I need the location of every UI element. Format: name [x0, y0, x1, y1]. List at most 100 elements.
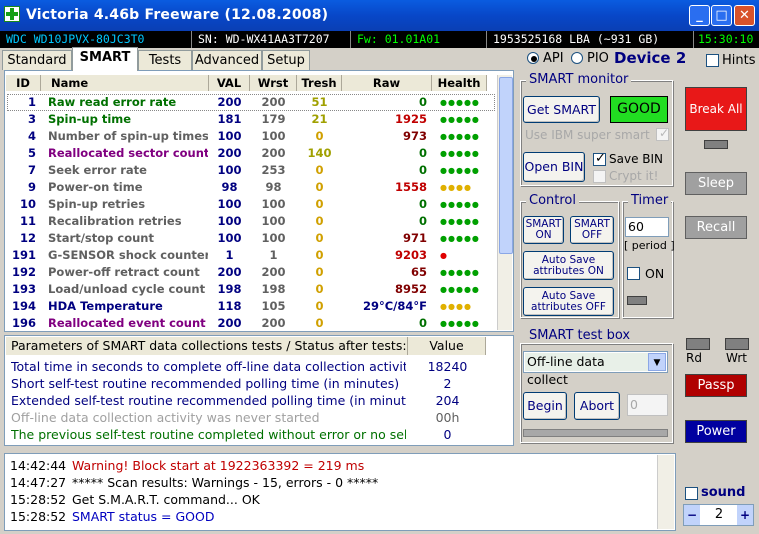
begin-button[interactable]: Begin — [523, 392, 567, 420]
sound-label: sound — [701, 485, 746, 500]
param-value: 0 — [443, 427, 452, 442]
scrollbar-thumb[interactable] — [499, 77, 513, 254]
param-text: The previous self-test routine completed… — [11, 427, 406, 442]
smart-cell-id: 7 — [27, 163, 36, 177]
save-bin-checkbox[interactable]: ✓ — [593, 151, 606, 166]
smart-cell-id: 10 — [19, 197, 36, 211]
chevron-down-icon[interactable]: ▼ — [648, 353, 666, 371]
sound-checkbox[interactable] — [685, 487, 698, 500]
use-ibm-checkbox[interactable]: ✓ — [656, 126, 669, 141]
smart-cell-val: 100 — [217, 129, 242, 143]
col-header-name[interactable]: Name — [41, 75, 209, 91]
smart-cell-name: G-SENSOR shock counter — [48, 248, 208, 262]
smart-cell-id: 196 — [11, 316, 36, 330]
smart-cell-name: Reallocated sector count — [48, 146, 208, 160]
api-radio[interactable] — [527, 52, 539, 64]
col-header-raw[interactable]: Raw — [342, 75, 432, 91]
smart-on-button[interactable]: SMART ON — [523, 216, 564, 244]
smart-cell-name: HDA Temperature — [48, 299, 163, 313]
smart-cell-raw: 0 — [418, 95, 427, 109]
smart-cell-name: Raw read error rate — [48, 95, 177, 109]
timer-on-label: ON — [645, 266, 665, 281]
spinner-minus-button[interactable]: − — [684, 505, 700, 525]
spinner-plus-button[interactable]: + — [737, 505, 753, 525]
timer-input[interactable]: 60 — [625, 217, 669, 237]
hints-label: Hints — [722, 53, 756, 68]
test-value-input[interactable]: 0 — [627, 394, 668, 416]
smart-cell-tresh: 0 — [315, 163, 324, 177]
tab-setup[interactable]: Setup — [262, 50, 310, 70]
smart-cell-wrst: 253 — [261, 163, 286, 177]
smart-cell-raw: 971 — [402, 231, 427, 245]
smart-cell-tresh: 21 — [311, 112, 328, 126]
smart-cell-raw: 1558 — [394, 180, 427, 194]
app-cross-icon — [4, 6, 20, 22]
device-label: Device 2 — [614, 49, 687, 67]
smart-cell-id: 3 — [27, 112, 36, 126]
col-header-wrst[interactable]: Wrst — [250, 75, 297, 91]
smart-cell-val: 1 — [225, 248, 234, 262]
smart-cell-tresh: 0 — [315, 214, 324, 228]
passp-button[interactable]: Passp — [685, 374, 747, 397]
minimize-button[interactable]: _ — [689, 5, 710, 26]
smart-cell-id: 11 — [19, 214, 36, 228]
break-all-button[interactable]: Break All — [685, 87, 747, 131]
smart-cell-raw: 65 — [410, 265, 427, 279]
timer-on-checkbox[interactable] — [627, 267, 640, 280]
smart-cell-tresh: 0 — [315, 231, 324, 245]
col-header-health[interactable]: Health — [432, 75, 487, 91]
smart-cell-val: 100 — [217, 197, 242, 211]
test-type-select[interactable]: Off-line data collect ▼ — [523, 351, 668, 387]
use-ibm-label: Use IBM super smart — [525, 128, 650, 142]
hints-checkbox[interactable] — [706, 54, 719, 67]
tab-smart[interactable]: SMART — [72, 47, 138, 71]
power-button[interactable]: Power — [685, 420, 747, 443]
smart-cell-raw: 0 — [418, 146, 427, 160]
smart-table-scrollbar[interactable] — [497, 75, 513, 330]
crypt-it-checkbox[interactable] — [593, 170, 606, 183]
smart-cell-wrst: 100 — [261, 231, 286, 245]
col-header-id[interactable]: ID — [6, 75, 41, 91]
smart-cell-wrst: 105 — [261, 299, 286, 313]
smart-cell-val: 98 — [221, 180, 238, 194]
api-label: API — [543, 51, 564, 66]
smart-cell-raw: 0 — [418, 316, 427, 330]
param-value: 00h — [435, 410, 460, 425]
smart-cell-val: 200 — [217, 95, 242, 109]
smart-monitor-title: SMART monitor — [526, 72, 632, 87]
recall-button[interactable]: Recall — [685, 216, 747, 239]
health-indicator: ●●●● — [440, 183, 472, 192]
tab-tests[interactable]: Tests — [138, 50, 192, 70]
smart-cell-wrst: 200 — [261, 316, 286, 330]
health-indicator: ● — [440, 251, 448, 260]
smart-cell-wrst: 200 — [261, 265, 286, 279]
tab-standard[interactable]: Standard — [2, 50, 72, 70]
spinner-value[interactable]: 2 — [703, 505, 735, 525]
timer-title: Timer — [628, 193, 672, 208]
test-progress-bar — [523, 429, 668, 437]
tab-advanced[interactable]: Advanced — [192, 50, 262, 70]
params-value-header: Value — [408, 337, 486, 355]
maximize-button[interactable]: □ — [711, 5, 732, 26]
smart-off-button[interactable]: SMART OFF — [570, 216, 614, 244]
pio-radio[interactable] — [571, 52, 583, 64]
autosave-on-button[interactable]: Auto Save attributes ON — [523, 251, 614, 280]
smart-test-box-title: SMART test box — [526, 328, 634, 343]
smart-cell-val: 100 — [217, 214, 242, 228]
abort-button[interactable]: Abort — [574, 392, 620, 420]
get-smart-button[interactable]: Get SMART — [523, 96, 600, 123]
smart-cell-val: 200 — [217, 316, 242, 330]
smart-cell-wrst: 100 — [261, 129, 286, 143]
log-scrollbar[interactable] — [657, 455, 674, 529]
smart-cell-id: 191 — [11, 248, 36, 262]
health-indicator: ●●●●● — [440, 115, 480, 124]
smart-cell-val: 200 — [217, 265, 242, 279]
close-button[interactable]: ✕ — [734, 5, 755, 26]
autosave-off-button[interactable]: Auto Save attributes OFF — [523, 287, 614, 316]
col-header-val[interactable]: VAL — [209, 75, 250, 91]
smart-cell-id: 12 — [19, 231, 36, 245]
sleep-button[interactable]: Sleep — [685, 172, 747, 195]
smart-cell-val: 100 — [217, 163, 242, 177]
open-bin-button[interactable]: Open BIN — [523, 152, 585, 182]
col-header-tresh[interactable]: Tresh — [297, 75, 342, 91]
